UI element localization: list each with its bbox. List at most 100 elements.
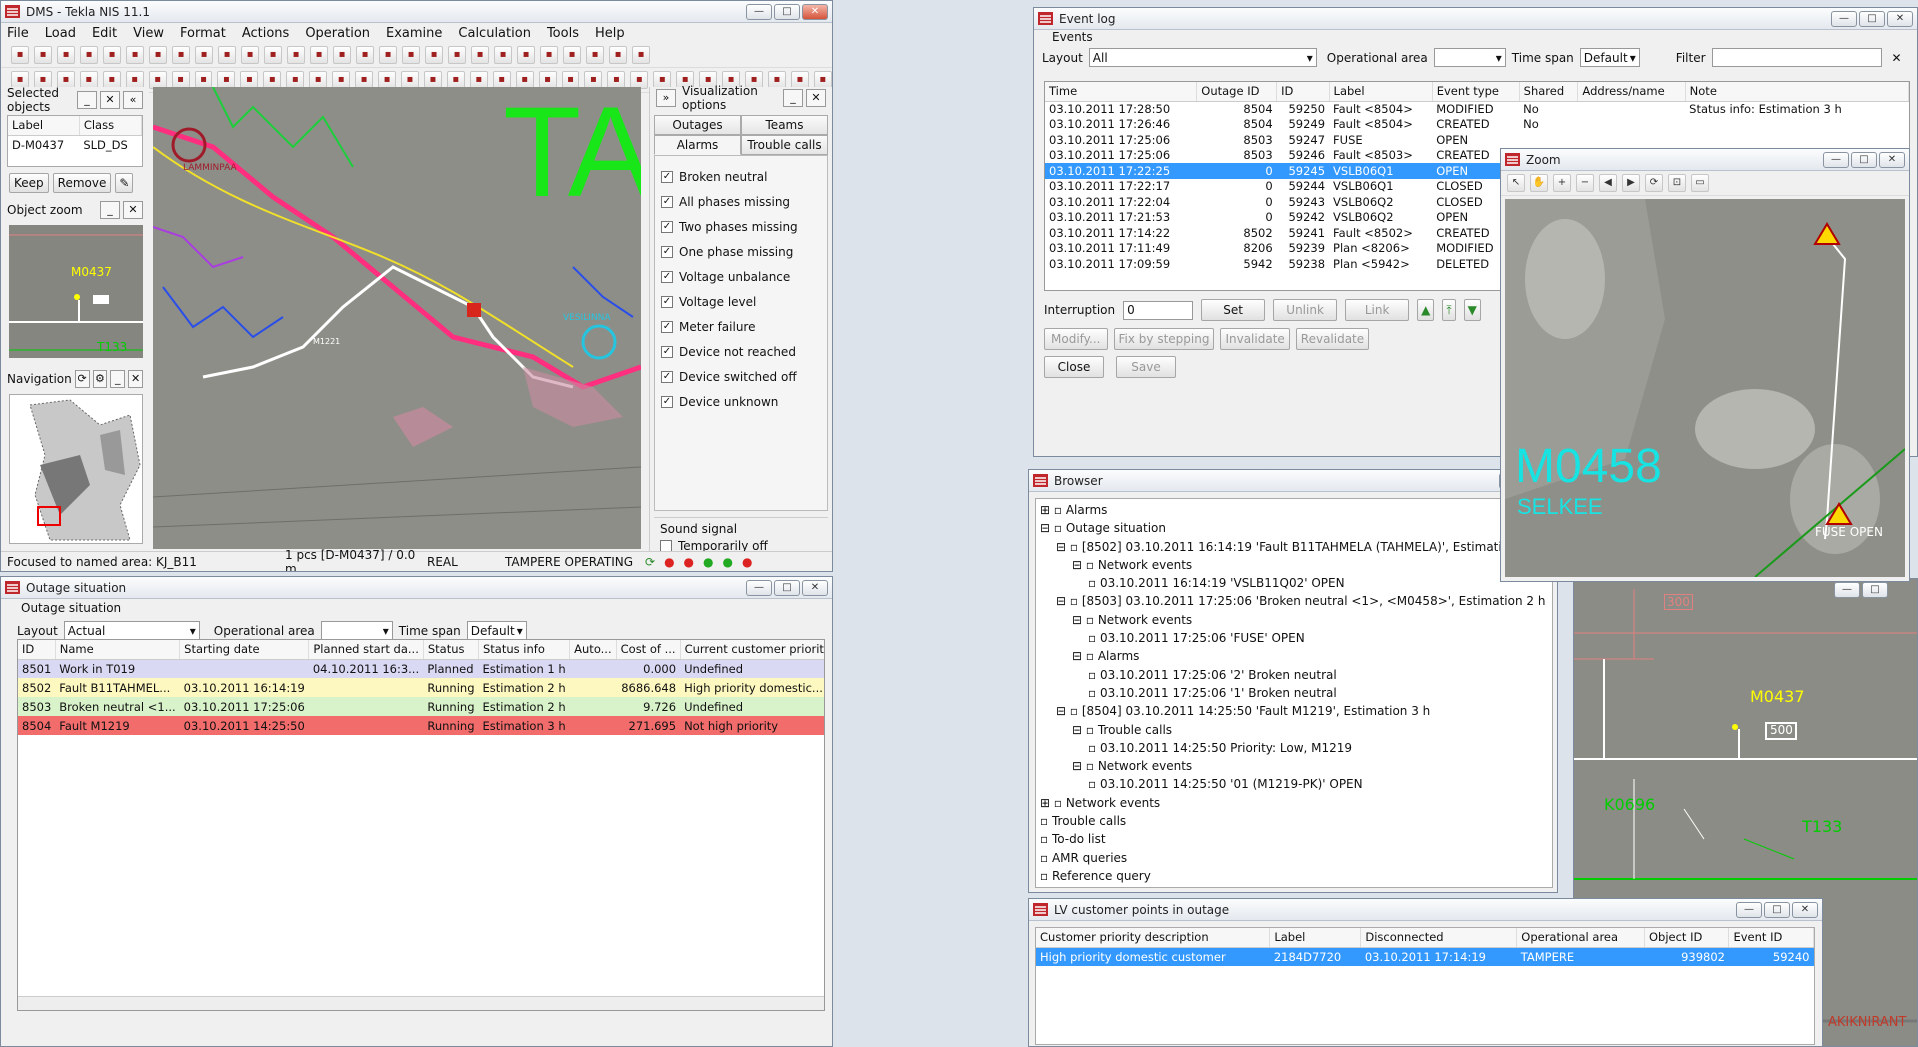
select-icon[interactable]: ▪ — [356, 46, 374, 64]
fit-icon[interactable]: ⊡ — [1668, 174, 1686, 192]
column-header[interactable]: ID — [1276, 82, 1330, 102]
alarm-checkbox-6[interactable]: ✓ Meter failure — [661, 314, 821, 339]
close-panel-icon[interactable]: ✕ — [806, 89, 826, 107]
minimize-button[interactable]: — — [746, 579, 772, 596]
fuse-icon[interactable]: ▪ — [218, 46, 236, 64]
layout-select[interactable]: Actual ▾ — [63, 621, 200, 640]
checkbox-box[interactable]: ✓ — [661, 245, 673, 258]
alarm-checkbox-2[interactable]: ✓ Two phases missing — [661, 214, 821, 239]
column-header[interactable]: Planned start da... — [308, 640, 424, 660]
fix-by-stepping-button[interactable]: Fix by stepping — [1113, 328, 1215, 350]
column-header[interactable]: Auto... — [569, 640, 617, 660]
modify-button[interactable]: Modify... — [1044, 328, 1108, 350]
column-header[interactable]: Customer priority description — [1036, 928, 1271, 948]
alarm-checkbox-3[interactable]: ✓ One phase missing — [661, 239, 821, 264]
measure-icon[interactable]: ▪ — [287, 46, 305, 64]
minimize-button[interactable]: — — [1831, 10, 1857, 27]
next-view-icon[interactable]: ▶ — [1622, 174, 1640, 192]
refresh-icon[interactable]: ⟳ — [645, 555, 655, 569]
tree-item[interactable]: ⊟ ▫ Outage situation — [1040, 519, 1548, 537]
rect-icon[interactable]: ▪ — [149, 46, 167, 64]
table-row[interactable]: 8502 Fault B11TAHMEL... 03.10.2011 16:14:1… — [18, 678, 824, 697]
close-button[interactable]: ✕ — [802, 579, 828, 596]
minimize-panel-icon[interactable]: _ — [100, 201, 120, 219]
previous-view-icon[interactable]: ◀ — [1599, 174, 1617, 192]
expander-icon[interactable]: ⊟ — [1072, 649, 1086, 663]
column-header[interactable]: Event type — [1432, 82, 1520, 102]
layout-select[interactable]: All ▾ — [1088, 48, 1317, 67]
tree-item[interactable]: ▫ 03.10.2011 17:25:06 'FUSE' OPEN — [1040, 629, 1548, 647]
minimize-panel-icon[interactable]: _ — [77, 91, 97, 109]
checkbox-box[interactable]: ✓ — [661, 320, 673, 333]
expander-icon[interactable]: ⊞ — [1040, 503, 1054, 517]
save-button[interactable]: Save — [1116, 356, 1176, 378]
grid-icon[interactable]: ▪ — [425, 46, 443, 64]
calc-icon[interactable]: ▪ — [563, 46, 581, 64]
link-button[interactable]: Link — [1345, 299, 1410, 321]
tree-item[interactable]: ▫ 03.10.2011 17:25:06 '1' Broken neutral — [1040, 684, 1548, 702]
menu-format[interactable]: Format — [180, 26, 226, 41]
maximize-button[interactable]: □ — [1862, 582, 1888, 598]
settings-icon[interactable]: ⚙ — [92, 370, 108, 388]
time-span-select[interactable]: Default ▾ — [466, 621, 527, 640]
column-header[interactable]: Name — [55, 640, 181, 660]
col-label[interactable]: Label — [8, 116, 80, 136]
revalidate-button[interactable]: Revalidate — [1295, 328, 1370, 350]
checkbox-box[interactable]: ✓ — [661, 370, 673, 383]
checkbox-box[interactable]: ✓ — [661, 295, 673, 308]
table-row[interactable]: 8503 Broken neutral <1... 03.10.2011 17:25… — [18, 697, 824, 716]
tree-item[interactable]: ▫ 03.10.2011 14:25:50 Priority: Low, M12… — [1040, 739, 1548, 757]
alert-icon[interactable]: ● — [664, 555, 674, 569]
checkbox-box[interactable]: ✓ — [661, 170, 673, 183]
connect-icon[interactable]: ▪ — [264, 46, 282, 64]
navigation-overview-map[interactable] — [9, 394, 143, 544]
column-header[interactable]: Label — [1329, 82, 1433, 102]
operational-area-select[interactable]: ▾ — [320, 621, 393, 640]
ok-icon[interactable]: ● — [703, 555, 713, 569]
layers-icon[interactable]: ▪ — [402, 46, 420, 64]
tree-item[interactable]: ▫ 03.10.2011 17:25:06 '2' Broken neutral — [1040, 666, 1548, 684]
table-row[interactable]: High priority domestic customer 2184D7720… — [1036, 947, 1814, 966]
analysis-icon[interactable]: ▪ — [609, 46, 627, 64]
checkbox-box[interactable]: ✓ — [661, 270, 673, 283]
invalidate-button[interactable]: Invalidate — [1220, 328, 1290, 350]
move-down-icon[interactable]: ▼ — [1463, 299, 1481, 321]
chart-icon[interactable]: ▪ — [517, 46, 535, 64]
tab-teams[interactable]: Teams — [741, 115, 828, 135]
column-header[interactable]: Object ID — [1644, 928, 1730, 948]
menu-tools[interactable]: Tools — [547, 26, 579, 41]
undo-icon[interactable]: ▪ — [310, 46, 328, 64]
tree-item[interactable]: ▫ AMR queries — [1040, 849, 1548, 867]
record-icon[interactable]: ● — [742, 555, 752, 569]
menu-operation[interactable]: Operation — [305, 26, 370, 41]
tree-item[interactable]: ⊟ ▫ Network events — [1040, 757, 1548, 775]
minimize-button[interactable]: — — [746, 3, 772, 20]
alarm-checkbox-0[interactable]: ✓ Broken neutral — [661, 164, 821, 189]
maximize-button[interactable]: □ — [774, 3, 800, 20]
horizontal-scrollbar[interactable] — [18, 996, 824, 1010]
tree-item[interactable]: ⊟ ▫ Alarms — [1040, 647, 1548, 665]
zoom-in-icon[interactable]: + — [1553, 174, 1571, 192]
checkbox-box[interactable]: ✓ — [661, 395, 673, 408]
table2-icon[interactable]: ▪ — [586, 46, 604, 64]
column-header[interactable]: Label — [1269, 928, 1362, 948]
clear-filter-icon[interactable]: ✕ — [1892, 51, 1902, 65]
tree-item[interactable]: ⊟ ▫ [8502] 03.10.2011 16:14:19 'Fault B1… — [1040, 538, 1548, 556]
table-icon[interactable]: ▪ — [471, 46, 489, 64]
warning-icon[interactable]: ▪ — [632, 46, 650, 64]
alarm-checkbox-9[interactable]: ✓ Device unknown — [661, 389, 821, 414]
tree-item[interactable]: ⊟ ▫ Network events — [1040, 556, 1548, 574]
column-header[interactable]: Disconnected — [1360, 928, 1518, 948]
expander-icon[interactable]: ⊟ — [1056, 704, 1070, 718]
expander-icon[interactable]: ⊟ — [1056, 594, 1070, 608]
maximize-button[interactable]: □ — [1859, 10, 1885, 27]
expander-icon[interactable]: ⊟ — [1072, 723, 1086, 737]
column-header[interactable]: Current customer priority — [680, 640, 824, 660]
close-panel-icon[interactable]: ✕ — [128, 370, 143, 388]
close-button[interactable]: ✕ — [802, 3, 828, 20]
table-row[interactable]: D-M0437 SLD_DS — [8, 135, 142, 154]
checkbox-box[interactable]: ✓ — [661, 220, 673, 233]
print-preview-icon[interactable]: ▪ — [34, 46, 52, 64]
close-button[interactable]: Close — [1044, 356, 1104, 378]
maximize-button[interactable]: □ — [1764, 901, 1790, 918]
